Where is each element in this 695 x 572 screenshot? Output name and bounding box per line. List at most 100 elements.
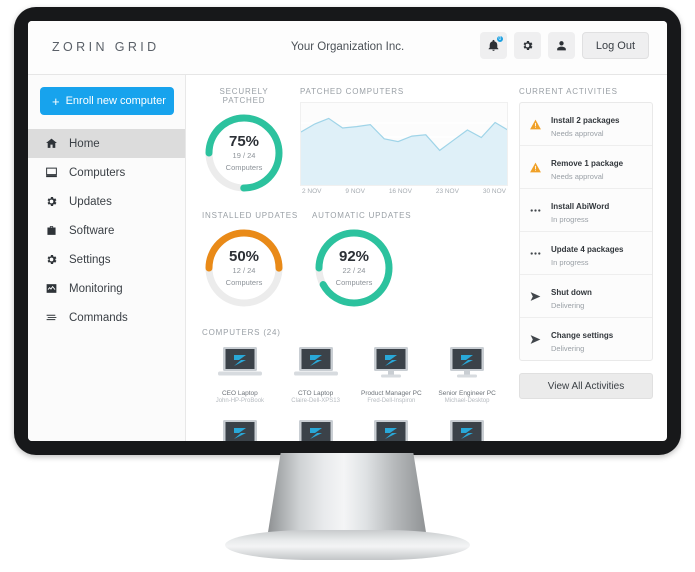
computer-card[interactable] xyxy=(278,418,354,441)
sidebar-item-settings[interactable]: Settings xyxy=(28,245,185,274)
activity-status-icon xyxy=(528,118,543,131)
sidebar-item-label: Computers xyxy=(69,166,126,179)
app-header: ZORIN GRID Your Organization Inc. 0 Log … xyxy=(28,21,667,75)
sidebar: + Enroll new computer Home Computers Upd… xyxy=(28,75,186,441)
activity-status: Needs approval xyxy=(551,129,604,138)
computer-card[interactable]: CTO Laptop Claire-Dell-XPS13 xyxy=(278,345,354,404)
activity-row[interactable]: Remove 1 package Needs approval xyxy=(520,146,652,189)
donut-center: 50% 12 / 24 Computers xyxy=(202,226,286,310)
widget-automatic-updates: Automatic Updates 92% 22 / 24 Computers xyxy=(312,211,411,310)
activity-title: Install 2 packages xyxy=(551,116,620,125)
sidebar-item-updates[interactable]: Updates xyxy=(28,187,185,216)
activity-row[interactable]: Shut down Delivering xyxy=(520,275,652,318)
sidebar-item-label: Monitoring xyxy=(69,282,123,295)
activity-status-icon xyxy=(528,333,543,346)
donut-percent: 50% xyxy=(228,248,260,266)
computers-grid: CEO Laptop John-HP-ProBook CTO Laptop Clair… xyxy=(202,345,505,441)
send-icon xyxy=(530,291,541,301)
ellipsis-icon xyxy=(530,208,541,212)
computer-name: Senior Engineer PC xyxy=(438,390,496,397)
person-icon xyxy=(557,41,566,51)
notification-badge: 0 xyxy=(495,35,504,43)
donut-percent: 75% xyxy=(228,133,260,151)
monitor-screen: ZORIN GRID Your Organization Inc. 0 Log … xyxy=(28,21,667,441)
sidebar-item-software[interactable]: Software xyxy=(28,216,185,245)
computer-card[interactable] xyxy=(429,418,505,441)
donut-fraction: 12 / 24 xyxy=(232,266,256,276)
computer-card[interactable]: Product Manager PC Fred-Dell-Inspiron xyxy=(354,345,430,404)
laptop-icon xyxy=(293,347,338,376)
activity-status: In progress xyxy=(551,215,589,224)
computer-hostname: Michael-Desktop xyxy=(444,398,490,404)
activity-status-icon xyxy=(528,204,543,217)
computer-hostname: John-HP-ProBook xyxy=(215,398,265,404)
send-icon xyxy=(530,334,541,344)
computer-card[interactable]: CEO Laptop John-HP-ProBook xyxy=(202,345,278,404)
automatic-updates-donut: 92% 22 / 24 Computers xyxy=(312,226,396,310)
activity-row[interactable]: Update 4 packages In progress xyxy=(520,232,652,275)
view-all-activities-button[interactable]: View All Activities xyxy=(519,373,653,399)
sidebar-item-label: Settings xyxy=(69,253,111,266)
computer-hostname: Claire-Dell-XPS13 xyxy=(291,398,340,404)
x-tick: 30 NOV xyxy=(482,188,506,195)
computers-label: Computers (24) xyxy=(202,328,281,337)
computers-section: Computers (24) CEO Laptop John-HP-ProBook… xyxy=(202,328,505,441)
donut-center: 92% 22 / 24 Computers xyxy=(312,226,396,310)
widget-label: Automatic Updates xyxy=(312,211,412,220)
account-button[interactable] xyxy=(547,32,575,59)
header-actions: 0 Log Out xyxy=(479,32,649,59)
home-icon xyxy=(46,138,57,148)
activity-row[interactable]: Install AbiWord In progress xyxy=(520,189,652,232)
activities-panel: Current Activities Install 2 packages Nee… xyxy=(519,75,667,441)
activity-title: Remove 1 package xyxy=(551,159,624,168)
terminal-icon xyxy=(46,314,57,321)
chart-title: Patched Computers xyxy=(300,87,404,96)
logout-button[interactable]: Log Out xyxy=(581,32,649,59)
app-body: + Enroll new computer Home Computers Upd… xyxy=(28,75,667,441)
widget-label: Securely Patched xyxy=(219,87,269,105)
computer-card[interactable] xyxy=(202,418,278,441)
sidebar-item-computers[interactable]: Computers xyxy=(28,158,185,187)
gear-icon xyxy=(47,255,57,264)
chart-x-axis: 2 NOV 9 NOV 16 NOV 23 NOV 30 NOV xyxy=(300,188,508,195)
computer-name: CTO Laptop xyxy=(297,390,334,397)
computer-card[interactable] xyxy=(354,418,430,441)
chart-icon xyxy=(46,284,57,293)
activity-title: Install AbiWord xyxy=(551,202,610,211)
widget-patched-computers-chart: Patched Computers 2 NOV 9 NOV 16 NOV 23 … xyxy=(300,87,508,195)
activity-row[interactable]: Change settings Delivering xyxy=(520,318,652,360)
activity-row[interactable]: Install 2 packages Needs approval xyxy=(520,103,652,146)
settings-button[interactable] xyxy=(513,32,541,59)
activities-list: Install 2 packages Needs approval Remove 1… xyxy=(519,102,653,361)
sidebar-item-monitoring[interactable]: Monitoring xyxy=(28,274,185,303)
sidebar-item-home[interactable]: Home xyxy=(28,129,185,158)
donut-fraction: 19 / 24 xyxy=(232,151,256,161)
mid-widgets-row: Installed Updates 50% 12 / 24 Computers xyxy=(202,211,505,310)
donut-percent: 92% xyxy=(338,248,370,266)
installed-updates-donut: 50% 12 / 24 Computers xyxy=(202,226,286,310)
patched-computers-chart[interactable] xyxy=(300,102,508,186)
donut-unit: Computers xyxy=(225,277,263,287)
x-tick: 2 NOV xyxy=(302,188,322,195)
monitor-frame: ZORIN GRID Your Organization Inc. 0 Log … xyxy=(14,7,681,455)
enroll-new-computer-button[interactable]: + Enroll new computer xyxy=(40,87,174,115)
activity-status-icon xyxy=(528,247,543,260)
activity-status-icon xyxy=(528,290,543,303)
chart-area-fill xyxy=(301,118,507,185)
monitor-icon xyxy=(46,167,57,178)
donut-center: 75% 19 / 24 Computers xyxy=(202,111,286,195)
computer-name: CEO Laptop xyxy=(221,390,258,397)
activity-status: Needs approval xyxy=(551,172,604,181)
sidebar-item-commands[interactable]: Commands xyxy=(28,303,185,332)
notifications-button[interactable]: 0 xyxy=(479,32,507,59)
widget-securely-patched: Securely Patched 75% 19 / 24 Computers xyxy=(202,87,286,195)
desktop-icon xyxy=(374,420,409,441)
computer-card[interactable]: Senior Engineer PC Michael-Desktop xyxy=(429,345,505,404)
desktop-icon xyxy=(450,420,485,441)
x-tick: 23 NOV xyxy=(435,188,459,195)
ellipsis-icon xyxy=(530,251,541,255)
computer-name: Product Manager PC xyxy=(361,390,422,397)
widget-label: Installed Updates xyxy=(202,211,298,220)
activities-label: Current Activities xyxy=(519,87,618,96)
activity-status: In progress xyxy=(551,258,589,267)
